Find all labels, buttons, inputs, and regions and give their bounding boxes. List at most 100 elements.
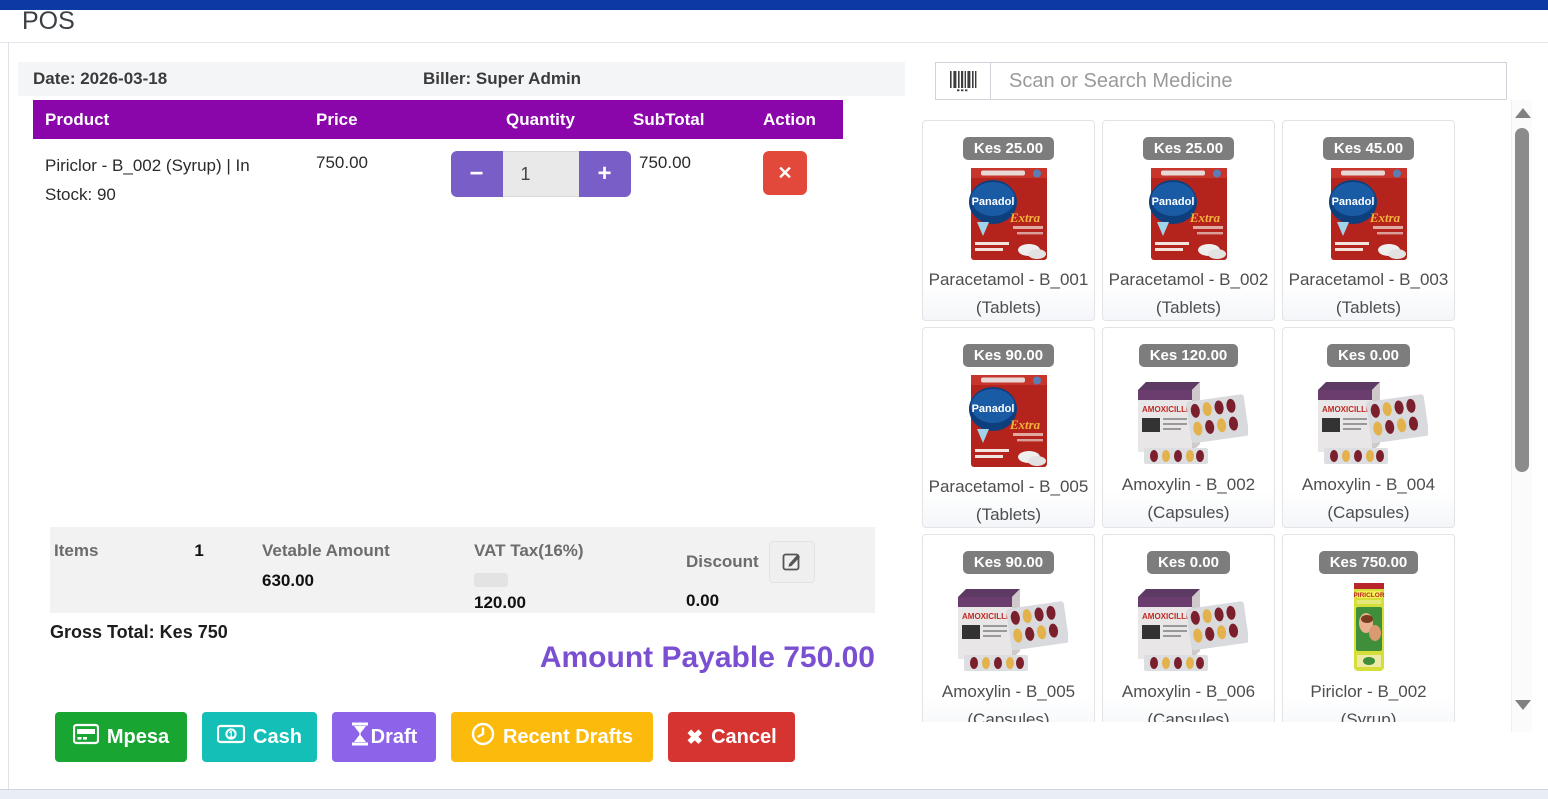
quantity-input[interactable] bbox=[503, 151, 579, 197]
product-price-badge: Kes 25.00 bbox=[963, 137, 1054, 160]
cart-date: Date: 2026-03-18 bbox=[33, 69, 423, 89]
product-image: Panadol Extra AMOXICILLIN bbox=[1147, 166, 1231, 262]
cart-meta-bar: Date: 2026-03-18 Biller: Super Admin bbox=[18, 62, 905, 96]
amount-payable: Amount Payable 750.00 bbox=[0, 641, 875, 675]
svg-text:Extra: Extra bbox=[1008, 210, 1040, 225]
vat-badge bbox=[474, 573, 508, 587]
items-value: 1 bbox=[194, 541, 203, 613]
svg-text:AMOXICILLIN: AMOXICILLIN bbox=[1142, 612, 1194, 621]
draft-button-label: Draft bbox=[371, 726, 418, 749]
scroll-up-arrow-icon[interactable] bbox=[1515, 108, 1531, 118]
svg-text:AMOXICILLIN: AMOXICILLIN bbox=[962, 612, 1014, 621]
product-image: Panadol Extra AMOXICILLIN bbox=[1327, 166, 1411, 262]
cash-button-label: Cash bbox=[253, 726, 302, 749]
summary-vetable: Vetable Amount 630.00 bbox=[262, 541, 474, 613]
product-card[interactable]: Kes 750.00 Panadol Extra bbox=[1282, 534, 1455, 722]
product-card[interactable]: Kes 0.00 Panadol Extra bbox=[1102, 534, 1275, 722]
svg-text:Extra: Extra bbox=[1188, 210, 1220, 225]
vat-tax-label: VAT Tax(16%) bbox=[474, 541, 686, 561]
summary-discount: Discount 0.00 bbox=[686, 541, 871, 613]
draft-button[interactable]: Draft bbox=[332, 712, 436, 762]
quantity-decrease-button[interactable]: − bbox=[451, 151, 503, 197]
cart-table-header: Product Price Quantity SubTotal Action bbox=[33, 100, 843, 139]
remove-item-button[interactable]: ✕ bbox=[763, 151, 807, 195]
cancel-button[interactable]: ✖ Cancel bbox=[668, 712, 795, 762]
product-card[interactable]: Kes 90.00 Panadol Extra bbox=[922, 534, 1095, 722]
product-card[interactable]: Kes 25.00 Panadol Extra bbox=[1102, 120, 1275, 321]
svg-text:Panadol: Panadol bbox=[1331, 196, 1374, 208]
svg-text:Panadol: Panadol bbox=[971, 403, 1014, 415]
product-grid: Kes 25.00 Panadol Extra bbox=[922, 120, 1462, 722]
quantity-stepper: − + bbox=[448, 151, 633, 197]
items-label: Items bbox=[54, 541, 98, 613]
money-bill-icon: 1 bbox=[217, 724, 245, 750]
summary-vat: VAT Tax(16%) 120.00 bbox=[474, 541, 686, 613]
mpesa-button-label: Mpesa bbox=[107, 726, 169, 749]
divider bbox=[0, 42, 1548, 43]
product-image: Panadol Extra AMOXICILLIN bbox=[1130, 580, 1248, 674]
svg-text:Panadol: Panadol bbox=[971, 196, 1014, 208]
cart-item-name: Piriclor - B_002 (Syrup) | In Stock: 90 bbox=[33, 151, 316, 209]
product-card[interactable]: Kes 90.00 Panadol Extra bbox=[922, 327, 1095, 528]
page-title: POS bbox=[22, 7, 75, 36]
quantity-increase-button[interactable]: + bbox=[579, 151, 631, 197]
card-icon bbox=[73, 723, 99, 751]
svg-text:Extra: Extra bbox=[1368, 210, 1400, 225]
cart-biller: Biller: Super Admin bbox=[423, 69, 581, 89]
product-price-badge: Kes 0.00 bbox=[1327, 344, 1410, 367]
svg-text:1: 1 bbox=[229, 729, 234, 739]
svg-text:PIRICLOR: PIRICLOR bbox=[1353, 592, 1384, 599]
amoxylin-box-image: AMOXICILLIN bbox=[1130, 581, 1248, 673]
product-name: Paracetamol - B_001 (Tablets) bbox=[923, 266, 1094, 322]
clock-icon bbox=[471, 722, 495, 752]
amoxylin-box-image: AMOXICILLIN bbox=[1310, 374, 1428, 466]
column-action: Action bbox=[763, 110, 843, 130]
product-name: Amoxylin - B_004 (Capsules) bbox=[1283, 471, 1454, 527]
recent-drafts-button[interactable]: Recent Drafts bbox=[451, 712, 653, 762]
vat-tax-value: 120.00 bbox=[474, 593, 686, 613]
product-scrollbar[interactable] bbox=[1511, 100, 1532, 732]
panadol-box-image: Panadol Extra bbox=[967, 166, 1051, 262]
product-card[interactable]: Kes 120.00 Panadol Extra bbox=[1102, 327, 1275, 528]
cash-button[interactable]: 1 Cash bbox=[202, 712, 317, 762]
pos-app: POS Date: 2026-03-18 Biller: Super Admin… bbox=[0, 0, 1548, 790]
svg-text:AMOXICILLIN: AMOXICILLIN bbox=[1322, 405, 1374, 414]
payment-actions: Mpesa 1 Cash Draft Recent Drafts ✖ Cance… bbox=[55, 712, 795, 762]
panadol-box-image: Panadol Extra bbox=[967, 373, 1051, 469]
product-name: Amoxylin - B_002 (Capsules) bbox=[1103, 471, 1274, 527]
product-price-badge: Kes 120.00 bbox=[1139, 344, 1239, 367]
product-price-badge: Kes 45.00 bbox=[1323, 137, 1414, 160]
amoxylin-box-image: AMOXICILLIN bbox=[1130, 374, 1248, 466]
scroll-down-arrow-icon[interactable] bbox=[1515, 700, 1531, 710]
column-subtotal: SubTotal bbox=[633, 110, 763, 130]
scrollbar-thumb[interactable] bbox=[1515, 128, 1529, 472]
product-image: Panadol Extra AMOXICILLIN bbox=[1346, 580, 1392, 674]
svg-text:Extra: Extra bbox=[1008, 417, 1040, 432]
product-name: Piriclor - B_002 (Syrup) bbox=[1283, 678, 1454, 722]
cart-item-action: ✕ bbox=[763, 151, 843, 195]
product-card[interactable]: Kes 25.00 Panadol Extra bbox=[922, 120, 1095, 321]
cart-table-row: Piriclor - B_002 (Syrup) | In Stock: 90 … bbox=[33, 139, 843, 209]
product-price-badge: Kes 25.00 bbox=[1143, 137, 1234, 160]
cart-summary: Items 1 Vetable Amount 630.00 VAT Tax(16… bbox=[50, 527, 875, 613]
column-product: Product bbox=[33, 110, 316, 130]
product-card[interactable]: Kes 45.00 Panadol Extra bbox=[1282, 120, 1455, 321]
product-price-badge: Kes 90.00 bbox=[963, 551, 1054, 574]
divider bbox=[8, 42, 9, 789]
discount-label: Discount bbox=[686, 552, 759, 572]
product-image: Panadol Extra AMOXICILLIN bbox=[967, 373, 1051, 469]
edit-discount-button[interactable] bbox=[769, 541, 815, 583]
panadol-box-image: Panadol Extra bbox=[1327, 166, 1411, 262]
barcode-icon bbox=[935, 62, 991, 100]
gross-total: Gross Total: Kes 750 bbox=[50, 622, 228, 643]
panadol-box-image: Panadol Extra bbox=[1147, 166, 1231, 262]
mpesa-button[interactable]: Mpesa bbox=[55, 712, 187, 762]
product-name: Amoxylin - B_005 (Capsules) bbox=[923, 678, 1094, 722]
vetable-amount-label: Vetable Amount bbox=[262, 541, 474, 561]
close-icon: ✖ bbox=[686, 725, 703, 750]
edit-pencil-icon bbox=[782, 551, 802, 574]
product-image: Panadol Extra AMOXICILLIN bbox=[950, 580, 1068, 674]
product-price-badge: Kes 0.00 bbox=[1147, 551, 1230, 574]
medicine-search-input[interactable] bbox=[991, 62, 1507, 100]
product-card[interactable]: Kes 0.00 Panadol Extra bbox=[1282, 327, 1455, 528]
